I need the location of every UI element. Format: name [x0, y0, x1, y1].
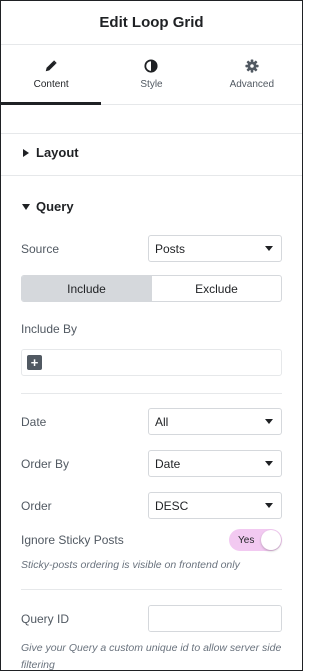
tab-style-label: Style: [140, 79, 163, 90]
plus-icon: +: [30, 355, 39, 370]
tab-advanced[interactable]: Advanced: [202, 45, 302, 104]
switch-knob: [261, 530, 281, 550]
date-select[interactable]: All: [148, 408, 282, 435]
order-by-row: Order By Date: [1, 450, 302, 477]
chevron-down-icon: [265, 461, 273, 466]
order-select[interactable]: DESC: [148, 492, 282, 519]
source-select[interactable]: Posts: [148, 235, 282, 262]
sticky-posts-note: Sticky-posts ordering is visible on fron…: [21, 559, 240, 571]
order-by-select[interactable]: Date: [148, 450, 282, 477]
panel-title: Edit Loop Grid: [99, 14, 204, 31]
tab-content-label: Content: [33, 79, 69, 90]
tab-content[interactable]: Content: [1, 45, 102, 105]
query-id-note: Give your Query a custom unique id to al…: [21, 642, 282, 671]
chevron-down-icon: [265, 503, 273, 508]
include-by-repeater: +: [21, 349, 282, 376]
source-row: Source Posts: [1, 235, 302, 262]
order-by-label: Order By: [21, 456, 70, 471]
add-item-button[interactable]: +: [27, 355, 42, 370]
include-tab[interactable]: Include: [22, 276, 151, 301]
date-row: Date All: [1, 408, 302, 435]
chevron-down-icon: [265, 246, 273, 251]
ignore-sticky-label: Ignore Sticky Posts: [21, 533, 124, 547]
section-layout-label: Layout: [36, 145, 79, 160]
switch-state: Yes: [238, 534, 255, 546]
date-label: Date: [21, 414, 47, 429]
panel-header: Edit Loop Grid: [1, 1, 302, 45]
editor-panel: Edit Loop Grid Content Style Advanced La…: [0, 0, 303, 671]
source-label: Source: [21, 241, 60, 256]
caret-right-icon: [21, 148, 30, 157]
chevron-down-icon: [265, 419, 273, 424]
include-exclude-toggle: Include Exclude: [21, 275, 282, 302]
query-id-label: Query ID: [21, 611, 70, 626]
source-value: Posts: [155, 241, 186, 256]
caret-down-icon: [21, 203, 30, 210]
order-row: Order DESC: [1, 492, 302, 519]
order-by-value: Date: [155, 456, 181, 471]
exclude-tab[interactable]: Exclude: [151, 276, 281, 301]
section-layout[interactable]: Layout: [1, 134, 302, 171]
tab-advanced-label: Advanced: [229, 79, 275, 90]
query-id-row: Query ID: [1, 605, 302, 632]
pencil-icon: [44, 59, 58, 73]
order-value: DESC: [155, 498, 189, 513]
section-query[interactable]: Query: [1, 188, 302, 225]
date-value: All: [155, 414, 169, 429]
panel-tabs: Content Style Advanced: [1, 45, 302, 105]
section-query-label: Query: [36, 199, 74, 214]
half-circle-icon: [144, 59, 159, 73]
ignore-sticky-row: Ignore Sticky Posts Yes: [1, 529, 302, 551]
query-id-input[interactable]: [149, 606, 281, 631]
tab-style[interactable]: Style: [101, 45, 201, 104]
query-id-control: [148, 605, 282, 632]
gear-icon: [245, 59, 259, 73]
ignore-sticky-switch[interactable]: Yes: [229, 529, 282, 551]
include-by-label: Include By: [21, 322, 78, 336]
order-label: Order: [21, 498, 52, 513]
